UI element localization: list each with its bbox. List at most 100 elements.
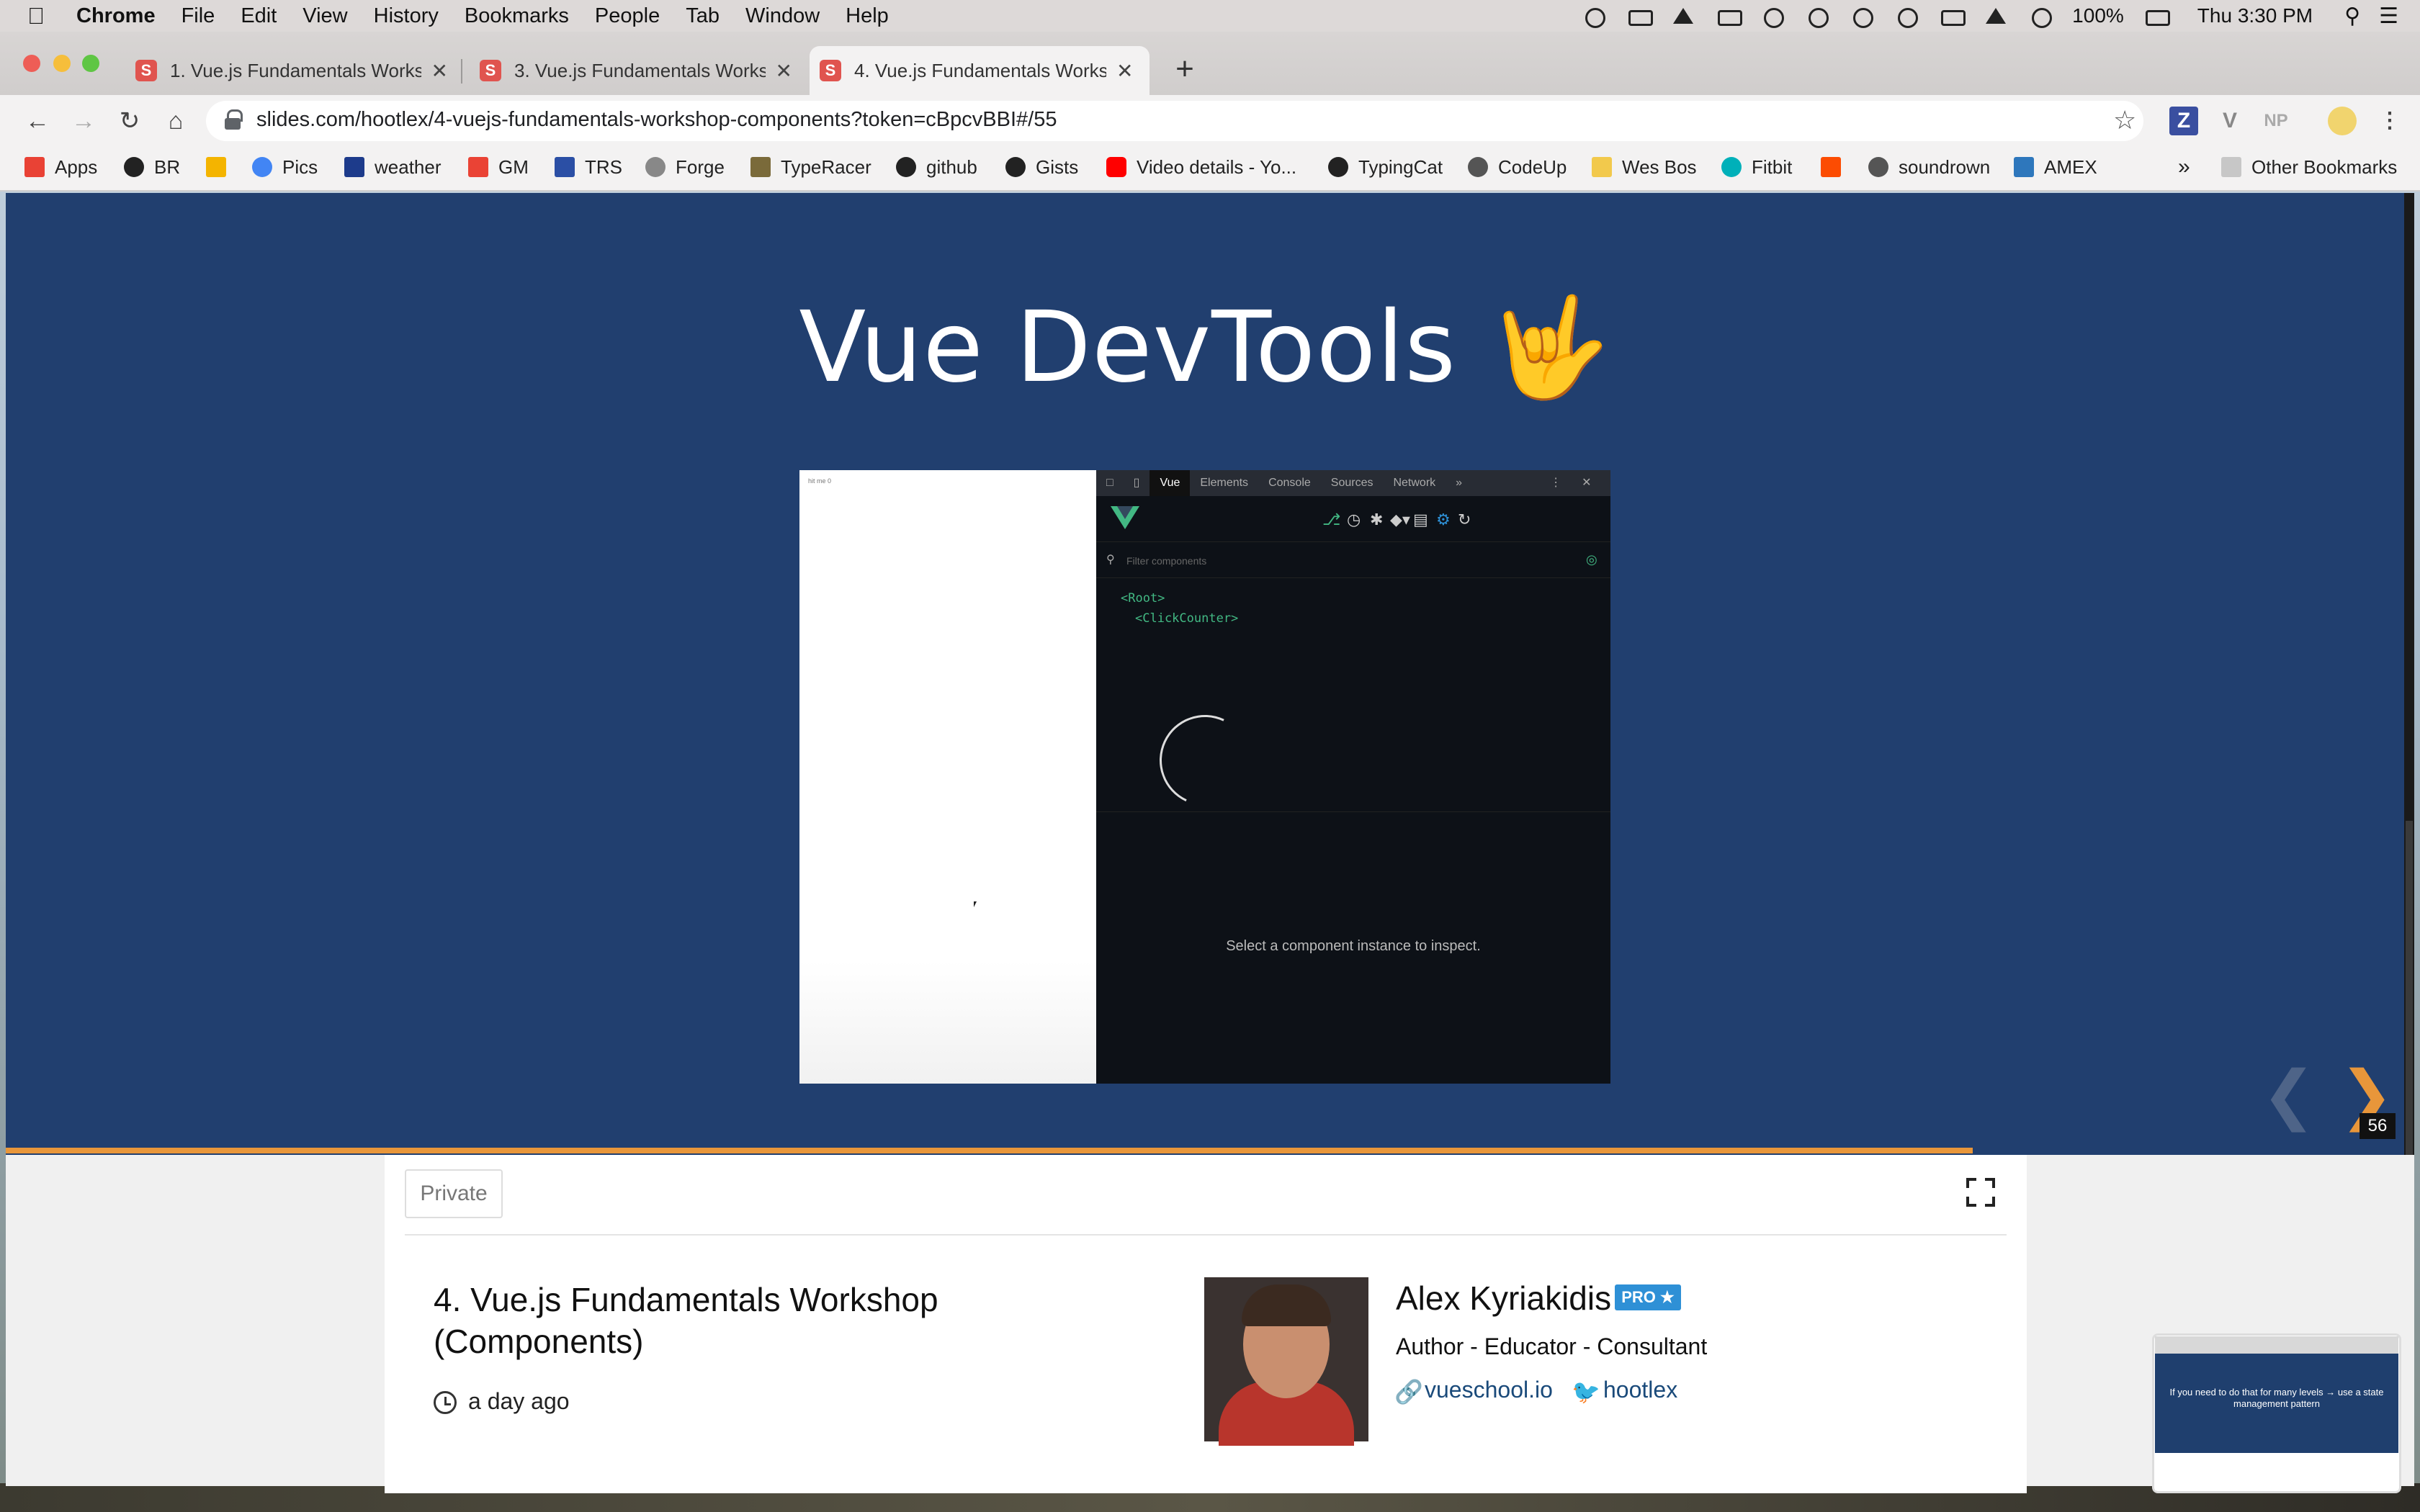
apps-grid-icon — [24, 157, 45, 177]
components-tab-icon: ⎇ — [1322, 510, 1341, 528]
keyboard-icon[interactable] — [1938, 6, 1966, 26]
bookmark-pics[interactable]: Pics — [252, 154, 318, 180]
bookmark-wes-bos[interactable]: Wes Bos — [1592, 154, 1697, 180]
prev-slide-chevron-icon[interactable]: ❮ — [2262, 1063, 2316, 1128]
menu-history[interactable]: History — [374, 4, 439, 28]
devtools-device-icon: ▯ — [1133, 477, 1140, 489]
menu-app-name[interactable]: Chrome — [76, 4, 156, 28]
bookmark-label: soundrown — [1899, 156, 1991, 178]
home-icon[interactable]: ⌂ — [161, 107, 190, 135]
time-machine-icon[interactable] — [1849, 6, 1875, 28]
bookmark-gm[interactable]: GM — [468, 154, 529, 180]
scrollbar-thumb[interactable] — [2406, 821, 2413, 1155]
bookmark-star-icon[interactable]: ☆ — [2113, 105, 2136, 135]
istat-icon[interactable] — [1715, 6, 1743, 26]
browser-tab-4-active[interactable]: S 4. Vue.js Fundamentals Worksh ✕ — [810, 46, 1150, 95]
menu-tab[interactable]: Tab — [686, 4, 720, 28]
bookmark-strava[interactable] — [1821, 154, 1851, 180]
accessibility-icon[interactable] — [1804, 6, 1830, 28]
bookmark-apps[interactable]: Apps — [24, 154, 97, 180]
author-name-link[interactable]: Alex Kyriakidis — [1396, 1279, 1611, 1318]
browser-tab-1[interactable]: S 1. Vue.js Fundamentals Worksh ✕ — [125, 46, 458, 95]
other-bookmarks-folder[interactable]: Other Bookmarks — [2221, 154, 2397, 180]
author-role: Author - Educator - Consultant — [1396, 1333, 1708, 1359]
spotlight-search-icon[interactable]: ⚲ — [2344, 4, 2360, 29]
deck-timestamp: a day ago — [468, 1388, 570, 1414]
devtools-kebab-icon: ⋮ — [1550, 477, 1562, 489]
chrome-menu-icon[interactable]: ⋮ — [2375, 107, 2404, 135]
volume-icon[interactable] — [2027, 6, 2053, 28]
back-arrow-icon[interactable]: ← — [23, 107, 52, 135]
window-zoom-button[interactable] — [82, 55, 99, 72]
wifi-icon[interactable] — [1983, 6, 2009, 25]
bookmark-label: AMEX — [2044, 156, 2097, 178]
lock-icon[interactable] — [225, 109, 243, 131]
extension-np-icon[interactable]: NP — [2262, 107, 2290, 135]
profile-avatar-icon[interactable] — [2328, 107, 2357, 135]
bookmark-label: TRS — [585, 156, 622, 178]
reload-icon[interactable]: ↻ — [115, 107, 144, 135]
bookmark-label: Video details - Yo... — [1137, 156, 1297, 178]
menu-view[interactable]: View — [302, 4, 347, 28]
website-link[interactable]: vueschool.io — [1425, 1377, 1553, 1403]
github-icon — [896, 157, 916, 177]
tab-close-icon[interactable]: ✕ — [1116, 59, 1133, 83]
glasses-icon[interactable] — [1760, 6, 1785, 28]
bookmark-github[interactable]: github — [896, 154, 977, 180]
vue-logo-inner — [1117, 506, 1133, 519]
menu-bookmarks[interactable]: Bookmarks — [465, 4, 569, 28]
slides-favicon-icon: S — [480, 60, 501, 81]
apple-menu-icon[interactable]:  — [27, 3, 45, 30]
menu-file[interactable]: File — [182, 4, 215, 28]
browser-tab-3[interactable]: S 3. Vue.js Fundamentals Worksh ✕ — [470, 46, 802, 95]
menu-people[interactable]: People — [595, 4, 660, 28]
bookmarks-overflow-chevron[interactable]: » — [2178, 154, 2190, 180]
bookmark-amex[interactable]: AMEX — [2014, 154, 2097, 180]
strava-icon — [1821, 157, 1841, 177]
devtools-tab-more: » — [1456, 477, 1463, 489]
menu-edit[interactable]: Edit — [241, 4, 277, 28]
bookmark-codeup[interactable]: CodeUp — [1468, 154, 1567, 180]
menu-help[interactable]: Help — [846, 4, 889, 28]
bookmark-label: Fitbit — [1752, 156, 1793, 178]
slides-favicon-icon: S — [820, 60, 841, 81]
clock-icon — [434, 1391, 457, 1414]
bookmark-label: Pics — [282, 156, 318, 178]
extension-z-icon[interactable]: Z — [2169, 107, 2198, 135]
bookmark-br[interactable]: BR — [124, 154, 180, 180]
creative-cloud-icon[interactable] — [1581, 6, 1607, 28]
window-close-button[interactable] — [23, 55, 40, 72]
github-icon — [1005, 157, 1026, 177]
bookmark-fitbit[interactable]: Fitbit — [1721, 154, 1792, 180]
bookmark-video-details[interactable]: Video details - Yo... — [1106, 154, 1296, 180]
forward-arrow-icon[interactable]: → — [69, 107, 98, 135]
bookmark-gists[interactable]: Gists — [1005, 154, 1078, 180]
menu-window[interactable]: Window — [745, 4, 820, 28]
bookmark-weather[interactable]: weather — [344, 154, 442, 180]
bookmark-soundrown[interactable]: soundrown — [1868, 154, 1990, 180]
devtools-tab-console: Console — [1268, 477, 1311, 489]
adobe-icon[interactable] — [1670, 6, 1696, 25]
url-text[interactable]: slides.com/hootlex/4-vuejs-fundamentals-… — [256, 108, 1057, 132]
menu-clock[interactable]: Thu 3:30 PM — [2197, 4, 2313, 27]
tab-close-icon[interactable]: ✕ — [776, 59, 792, 83]
tab-close-icon[interactable]: ✕ — [431, 59, 448, 83]
tab-title: 3. Vue.js Fundamentals Worksh — [514, 59, 766, 81]
fullscreen-icon[interactable] — [1966, 1178, 1995, 1207]
bookmark-trs[interactable]: TRS — [555, 154, 622, 180]
slide-number-badge: 56 — [2360, 1113, 2396, 1139]
notification-center-icon[interactable]: ☰ — [2379, 4, 2398, 29]
thumbnail-browser-chrome — [2155, 1336, 2398, 1354]
twitter-link[interactable]: hootlex — [1603, 1377, 1677, 1403]
bookmark-typingcat[interactable]: TypingCat — [1328, 154, 1443, 180]
bookmark-drive[interactable] — [206, 154, 236, 180]
bluetooth-icon[interactable] — [1894, 6, 1919, 28]
battery-icon[interactable] — [2143, 6, 2170, 26]
bookmark-label: Wes Bos — [1622, 156, 1697, 178]
bookmark-typeracer[interactable]: TypeRacer — [750, 154, 871, 180]
new-tab-icon[interactable]: + — [1168, 53, 1201, 86]
bookmark-forge[interactable]: Forge — [645, 154, 725, 180]
window-minimize-button[interactable] — [53, 55, 71, 72]
docker-icon[interactable] — [1626, 6, 1654, 26]
extension-vue-icon[interactable]: V — [2215, 107, 2244, 135]
